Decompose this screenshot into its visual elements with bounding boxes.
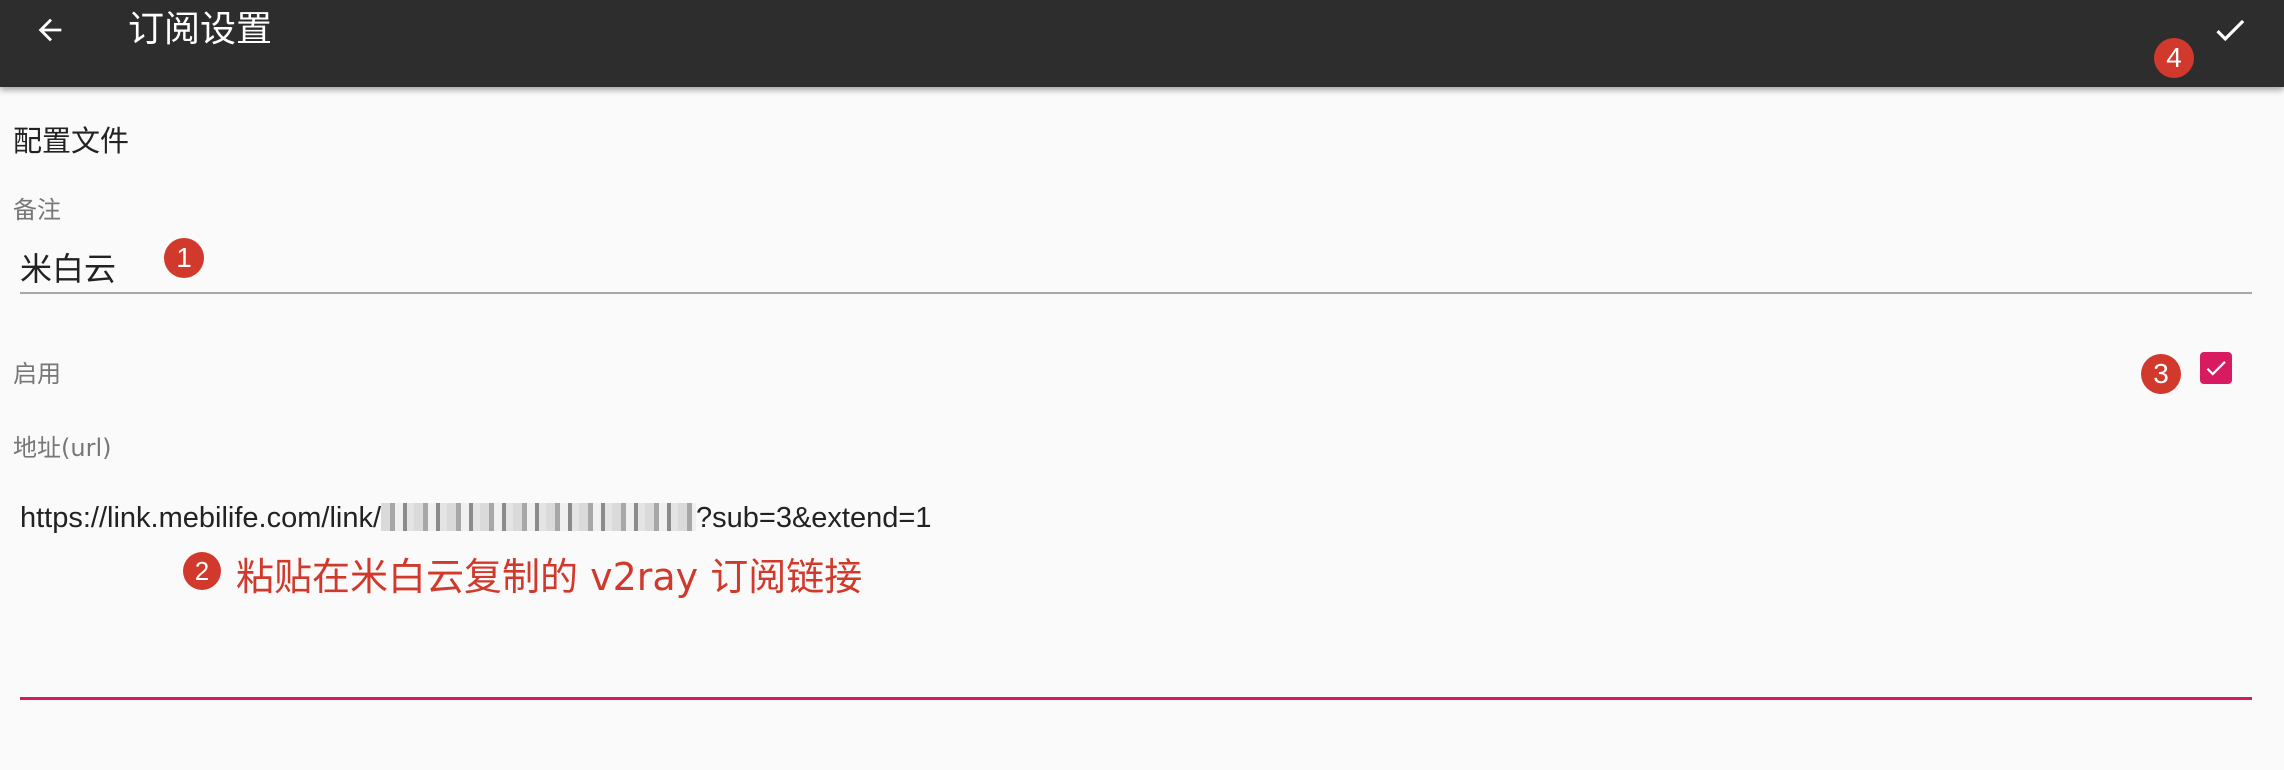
remark-label: 备注 <box>13 196 61 224</box>
back-button[interactable] <box>20 0 80 60</box>
app-bar: 订阅设置 <box>0 0 2284 87</box>
check-icon <box>2216 19 2245 42</box>
enabled-checkbox[interactable] <box>2200 352 2232 384</box>
url-value-prefix: https://link.mebilife.com/link/ <box>20 502 382 534</box>
url-label: 地址(url) <box>13 434 112 462</box>
url-input-underline <box>20 697 2252 700</box>
section-title-profile: 配置文件 <box>13 124 130 158</box>
step-badge-3: 3 <box>2141 354 2181 394</box>
remark-input[interactable]: 米白云 <box>20 244 116 290</box>
paste-hint-annotation: 粘贴在米白云复制的 v2ray 订阅链接 <box>236 555 863 599</box>
step-badge-1: 1 <box>164 238 204 278</box>
redacted-token <box>381 503 697 531</box>
url-input[interactable]: https://link.mebilife.com/link/ ?sub=3&ex… <box>20 502 931 535</box>
remark-input-underline <box>20 292 2252 294</box>
arrow-left-icon <box>38 18 62 42</box>
step-badge-4: 4 <box>2154 38 2194 78</box>
confirm-button[interactable] <box>2200 0 2260 60</box>
check-icon <box>2206 361 2226 376</box>
enabled-label: 启用 <box>13 360 61 388</box>
url-value-suffix: ?sub=3&extend=1 <box>696 502 932 534</box>
page-title: 订阅设置 <box>128 9 273 50</box>
step-badge-2: 2 <box>183 552 221 590</box>
